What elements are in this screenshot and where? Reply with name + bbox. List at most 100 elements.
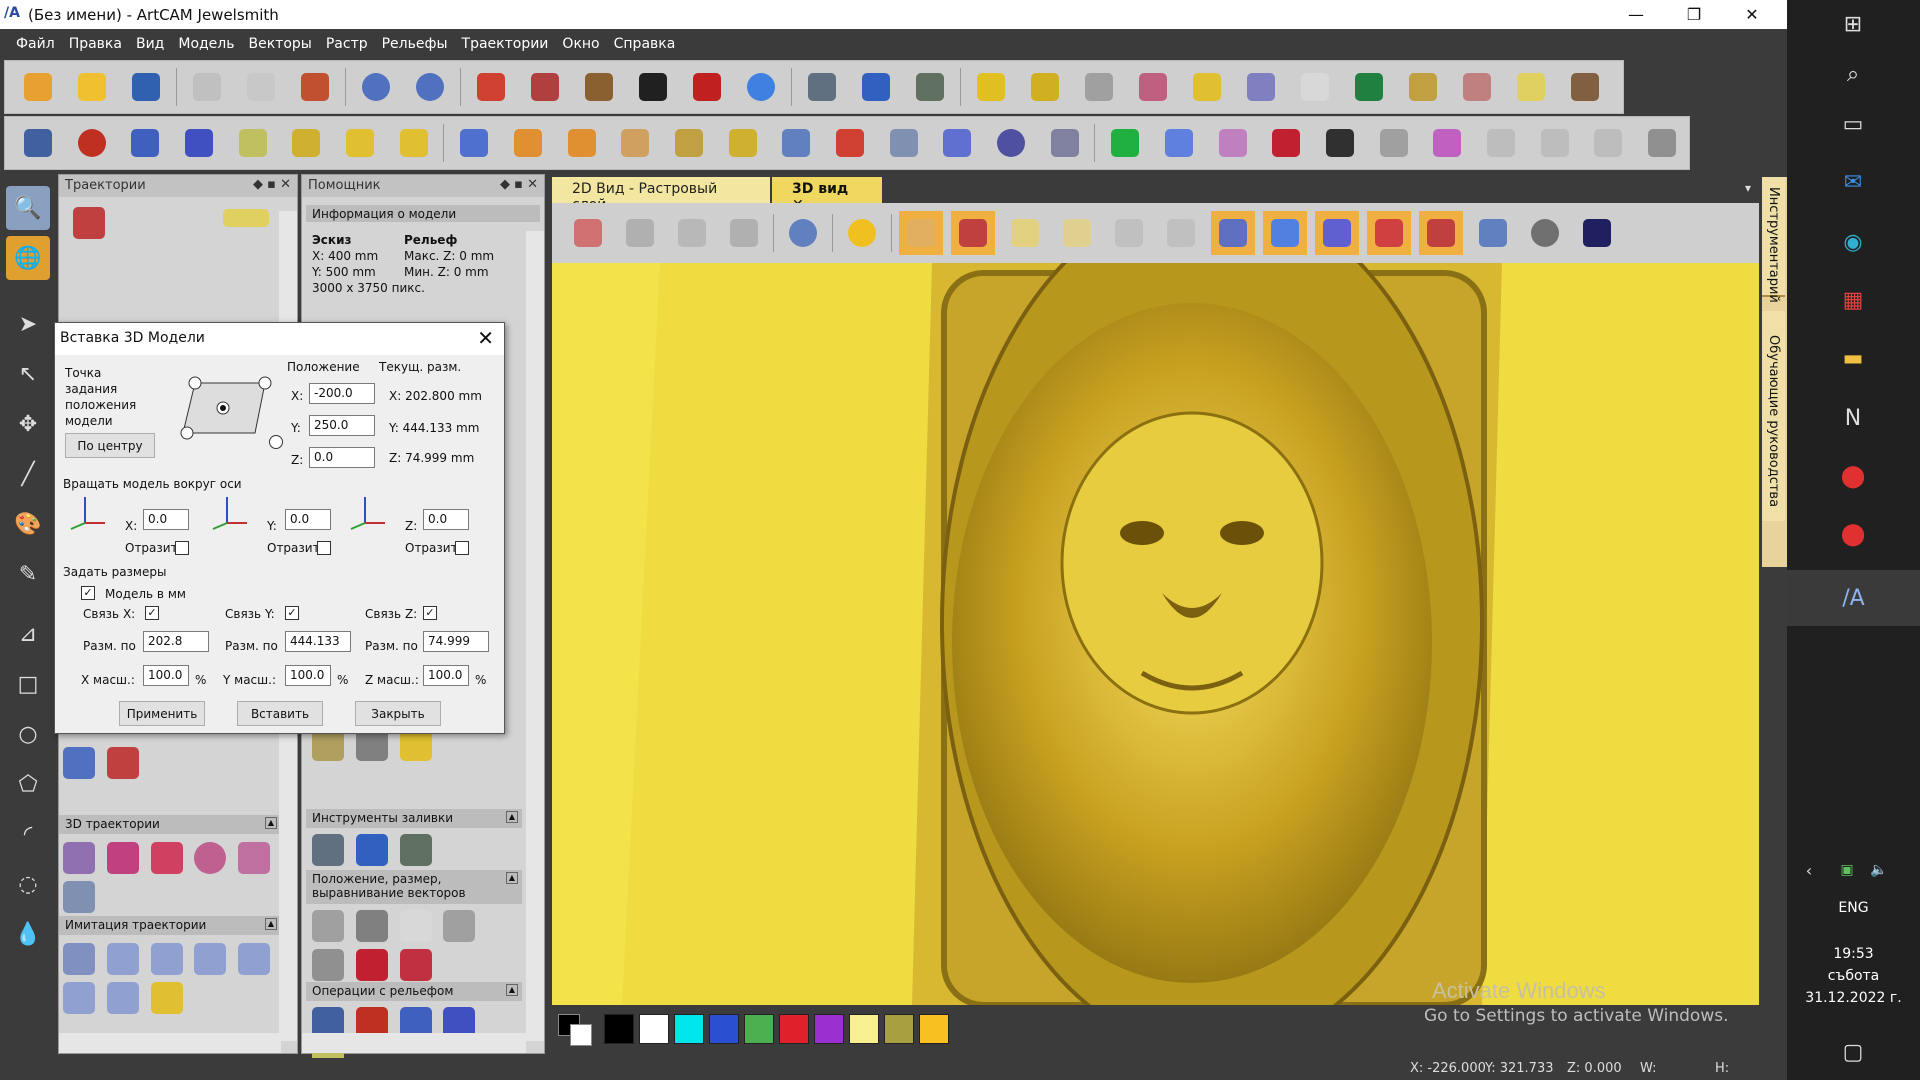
magic-icon[interactable]	[991, 123, 1031, 163]
relief-layers-icon[interactable]	[18, 123, 58, 163]
mirror-y-checkbox[interactable]	[317, 541, 331, 555]
size-x-input[interactable]: 202.8	[143, 631, 209, 652]
weave-icon[interactable]	[286, 123, 326, 163]
mirror-x-checkbox[interactable]	[175, 541, 189, 555]
close-button[interactable]: Закрыть	[355, 701, 441, 726]
paste-icon[interactable]	[295, 67, 335, 107]
undo-icon[interactable]	[356, 67, 396, 107]
align-d-icon[interactable]	[443, 910, 476, 942]
file-explorer-icon[interactable]: ▬	[1831, 336, 1875, 380]
polyline-icon[interactable]: ⊿	[6, 612, 50, 656]
rotate-dashed-icon[interactable]: ◌	[6, 862, 50, 906]
align-c-icon[interactable]	[399, 910, 432, 942]
swatch-white[interactable]	[639, 1014, 669, 1044]
eye-icon[interactable]	[1211, 211, 1255, 255]
collapse-icon[interactable]: ▲	[506, 984, 518, 996]
fill-wave-icon[interactable]	[355, 834, 388, 866]
link-z-checkbox[interactable]: ✓	[423, 606, 437, 620]
curve-icon[interactable]	[1133, 67, 1173, 107]
link-y-checkbox[interactable]: ✓	[285, 606, 299, 620]
dock-tab-tutorials[interactable]: Обучающие руководства	[1762, 311, 1785, 521]
collapse-icon[interactable]: ▲	[265, 918, 277, 930]
relief-a-icon[interactable]	[1003, 211, 1047, 255]
task-view-icon[interactable]: ▭	[1831, 102, 1875, 146]
sim-d-icon[interactable]	[194, 943, 227, 975]
polygon-icon[interactable]: ⬠	[6, 762, 50, 806]
blend-a-icon[interactable]	[1481, 123, 1521, 163]
circle-icon[interactable]: ○	[6, 712, 50, 756]
globe-icon[interactable]: 🌐	[6, 236, 50, 280]
menu-window[interactable]: Окно	[562, 36, 599, 52]
relief-b-icon[interactable]	[1055, 211, 1099, 255]
vivaldi-icon[interactable]: ⬤	[1831, 454, 1875, 498]
windows-start-icon[interactable]: ⊞	[1831, 2, 1875, 46]
light-icon[interactable]	[840, 211, 884, 255]
axis-view-icon[interactable]	[951, 211, 995, 255]
collapse-icon[interactable]: ▲	[506, 811, 518, 823]
relief-d-icon[interactable]	[1159, 211, 1203, 255]
swatch-cyan[interactable]	[674, 1014, 704, 1044]
mail-icon[interactable]: ✉	[1831, 160, 1875, 204]
zlevel-icon[interactable]	[150, 842, 183, 874]
menu-model[interactable]: Модель	[178, 36, 234, 52]
sphere-icon[interactable]	[741, 67, 781, 107]
artcam-taskbar-icon[interactable]: /A	[1787, 570, 1920, 626]
inspect-icon[interactable]	[63, 881, 95, 913]
redo-icon[interactable]	[410, 67, 450, 107]
notification-icon[interactable]: ▢	[1831, 1030, 1875, 1074]
star-relief-icon[interactable]	[125, 123, 165, 163]
close-window-button[interactable]: ✕	[1723, 0, 1781, 29]
cup-icon[interactable]	[1159, 123, 1199, 163]
swatch-red[interactable]	[779, 1014, 809, 1044]
plane-icon[interactable]	[340, 123, 380, 163]
swatch-gold[interactable]	[919, 1014, 949, 1044]
layers-icon[interactable]	[1241, 67, 1281, 107]
scale-z-input[interactable]: 100.0	[423, 665, 469, 686]
clock-time[interactable]: 19:53	[1787, 946, 1920, 962]
ring-a-icon[interactable]	[669, 123, 709, 163]
notion-icon[interactable]: N	[1831, 396, 1875, 440]
sim-e-icon[interactable]	[238, 943, 271, 975]
sim-b-icon[interactable]	[106, 943, 139, 975]
search-icon[interactable]: ⌕	[1831, 52, 1875, 96]
cut-icon[interactable]	[187, 67, 227, 107]
sim-a-icon[interactable]	[63, 943, 95, 975]
fill-nodes-icon[interactable]	[312, 834, 344, 866]
zoom-icon[interactable]	[781, 211, 825, 255]
menu-file[interactable]: Файл	[16, 36, 55, 52]
align-e-icon[interactable]	[312, 949, 344, 981]
transform-icon[interactable]: ✥	[6, 402, 50, 446]
section-relief-ops[interactable]: Операции с рельефом ▲	[306, 982, 522, 1001]
size-z-input[interactable]: 74.999	[423, 631, 489, 652]
blend-c-icon[interactable]	[1588, 123, 1628, 163]
save-icon[interactable]	[126, 67, 166, 107]
tab-3d-view[interactable]: 3D вид ✕	[772, 177, 882, 213]
menu-edit[interactable]: Правка	[69, 36, 122, 52]
gear-shape-icon[interactable]	[1457, 67, 1497, 107]
sim-h-icon[interactable]	[150, 982, 183, 1014]
trim-icon[interactable]	[1079, 67, 1119, 107]
rot-x-input[interactable]: 0.0	[143, 509, 189, 530]
zoom-2d-icon[interactable]: 🔍	[6, 186, 50, 230]
link-x-checkbox[interactable]: ✓	[145, 606, 159, 620]
blend-b-icon[interactable]	[1535, 123, 1575, 163]
section-simulation[interactable]: Имитация траектории ▲	[59, 916, 281, 935]
links-icon[interactable]	[910, 67, 950, 107]
rot-z-input[interactable]: 0.0	[423, 509, 469, 530]
star-icon[interactable]	[971, 67, 1011, 107]
swatch-green[interactable]	[744, 1014, 774, 1044]
pen-icon[interactable]	[1045, 123, 1085, 163]
collapse-icon[interactable]: ▲	[265, 817, 277, 829]
fg-bg-color-swatch[interactable]	[558, 1014, 598, 1046]
swatch-black[interactable]	[604, 1014, 634, 1044]
bezel-icon[interactable]	[1213, 123, 1253, 163]
text-icon[interactable]	[1349, 67, 1389, 107]
material-icon[interactable]	[1575, 211, 1619, 255]
apply-button[interactable]: Применить	[119, 701, 205, 726]
tabs-dropdown-icon[interactable]: ▾	[1745, 181, 1751, 195]
insert-button[interactable]: Вставить	[237, 701, 323, 726]
arc-tool-icon[interactable]: ◜	[6, 812, 50, 856]
gem-c-icon[interactable]	[615, 123, 655, 163]
tool-a-icon[interactable]	[525, 67, 565, 107]
front-view-icon[interactable]	[618, 211, 662, 255]
